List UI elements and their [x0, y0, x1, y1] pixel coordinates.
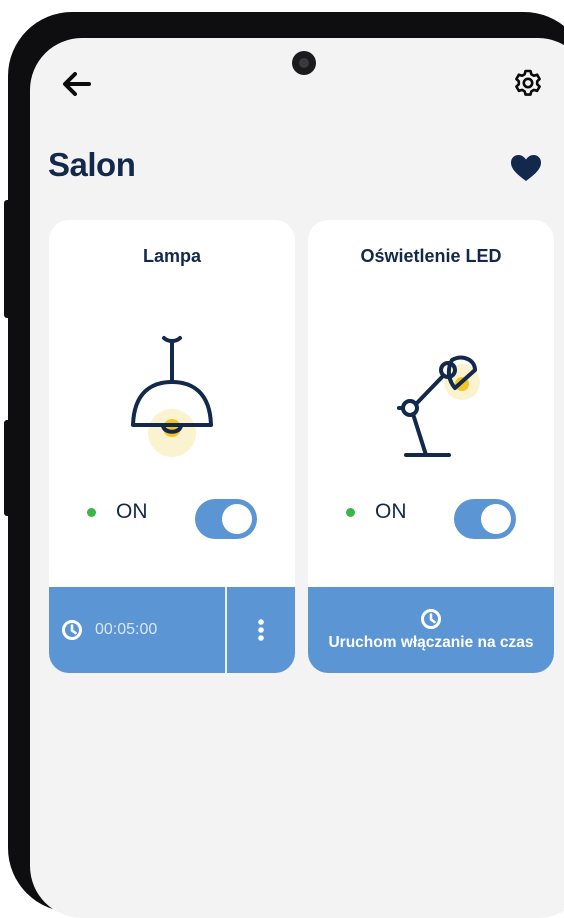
page-title: Salon — [48, 146, 136, 183]
status-label: ON — [116, 500, 148, 523]
schedule-label: Uruchom włączanie na czas — [328, 634, 534, 651]
phone-frame: Salon Lampa ON 00:05:00 Oświetlenie LED … — [8, 12, 564, 918]
status-dot — [346, 507, 355, 517]
power-toggle[interactable] — [454, 499, 516, 539]
more-vertical-icon — [258, 619, 264, 641]
timer-value: 00:05:00 — [95, 621, 158, 638]
settings-button[interactable] — [508, 63, 548, 103]
arrow-left-icon — [63, 72, 91, 96]
status-indicator: ON — [87, 500, 148, 524]
power-toggle[interactable] — [195, 499, 257, 539]
device-name: Lampa — [142, 246, 202, 266]
favorite-button[interactable] — [506, 150, 546, 186]
status-dot — [87, 507, 96, 517]
device-card-lampa[interactable]: Lampa ON 00:05:00 — [49, 220, 295, 673]
toggle-knob — [222, 504, 252, 534]
card-footer: 00:05:00 — [49, 587, 295, 673]
device-name: Oświetlenie LED — [360, 246, 502, 266]
back-button[interactable] — [58, 66, 94, 102]
app-screen: Salon Lampa ON 00:05:00 Oświetlenie LED … — [30, 38, 564, 918]
timer-button[interactable]: 00:05:00 — [49, 587, 225, 673]
card-footer: Uruchom włączanie na czas — [308, 587, 554, 673]
device-card-led[interactable]: Oświetlenie LED ON Uruchom włączanie na … — [308, 220, 554, 673]
heart-icon — [511, 155, 541, 181]
toggle-knob — [481, 504, 511, 534]
clock-icon — [421, 609, 441, 629]
clock-icon — [62, 620, 82, 640]
pendant-lamp-icon — [131, 336, 213, 457]
status-label: ON — [375, 500, 407, 523]
schedule-timer-button[interactable]: Uruchom włączanie na czas — [308, 587, 554, 673]
status-indicator: ON — [346, 500, 407, 524]
desk-lamp-icon — [397, 355, 480, 457]
gear-icon — [515, 69, 541, 96]
more-options-button[interactable] — [227, 587, 295, 673]
front-camera — [292, 51, 316, 75]
